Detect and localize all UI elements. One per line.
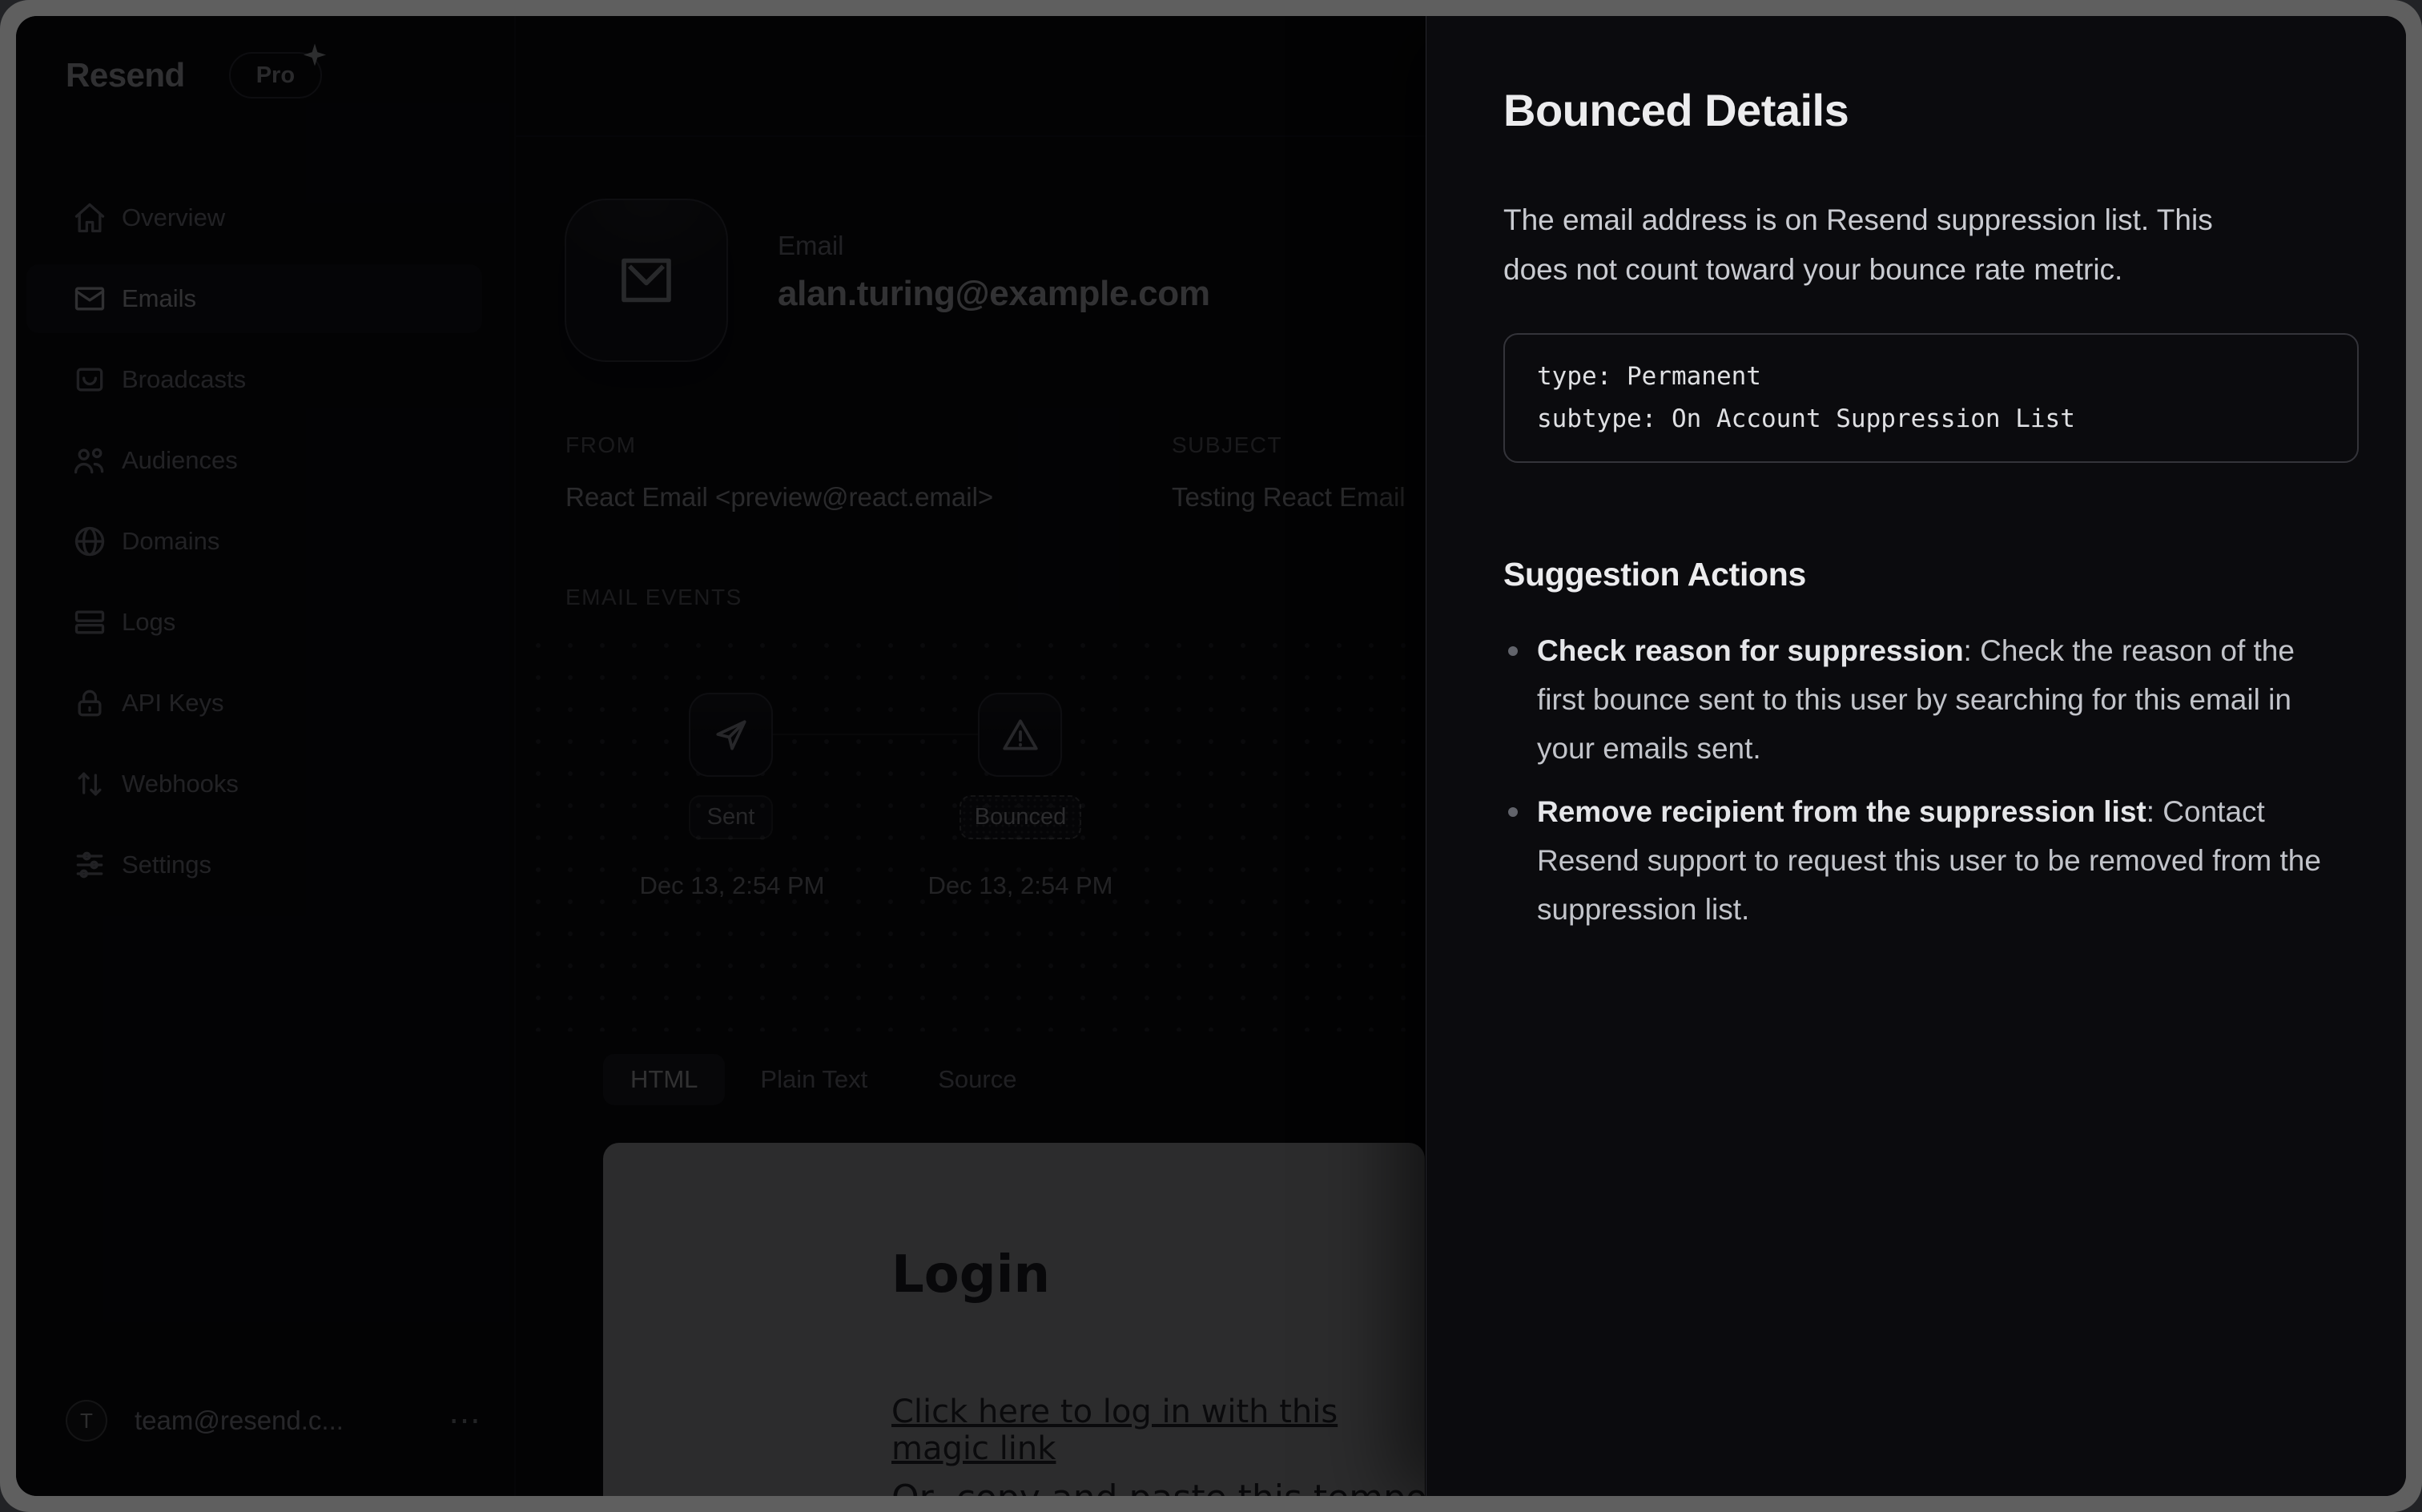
bounce-type-line: type: Permanent — [1537, 356, 2325, 398]
bullet-icon — [1508, 807, 1518, 817]
suggestions-title: Suggestion Actions — [1503, 554, 2358, 594]
suggestion-item: Check reason for suppression: Check the … — [1503, 626, 2325, 773]
suggestion-bold: Check reason for suppression — [1537, 634, 1964, 667]
overlay-backdrop[interactable] — [16, 16, 1426, 1496]
bounce-code-block: type: Permanent subtype: On Account Supp… — [1503, 333, 2359, 463]
panel-title: Bounced Details — [1503, 83, 2358, 138]
window-frame: Resend Pro Overview Emails Broadcasts Au… — [0, 0, 2422, 1512]
suggestions-list: Check reason for suppression: Check the … — [1503, 626, 2358, 934]
bullet-icon — [1508, 646, 1518, 656]
bounce-subtype-line: subtype: On Account Suppression List — [1537, 398, 2325, 440]
bounced-details-panel: Bounced Details The email address is on … — [1426, 16, 2406, 1496]
suggestion-bold: Remove recipient from the suppression li… — [1537, 795, 2146, 828]
app-window: Resend Pro Overview Emails Broadcasts Au… — [16, 16, 2406, 1496]
panel-description: The email address is on Resend suppressi… — [1503, 195, 2252, 295]
suggestion-item: Remove recipient from the suppression li… — [1503, 787, 2325, 934]
